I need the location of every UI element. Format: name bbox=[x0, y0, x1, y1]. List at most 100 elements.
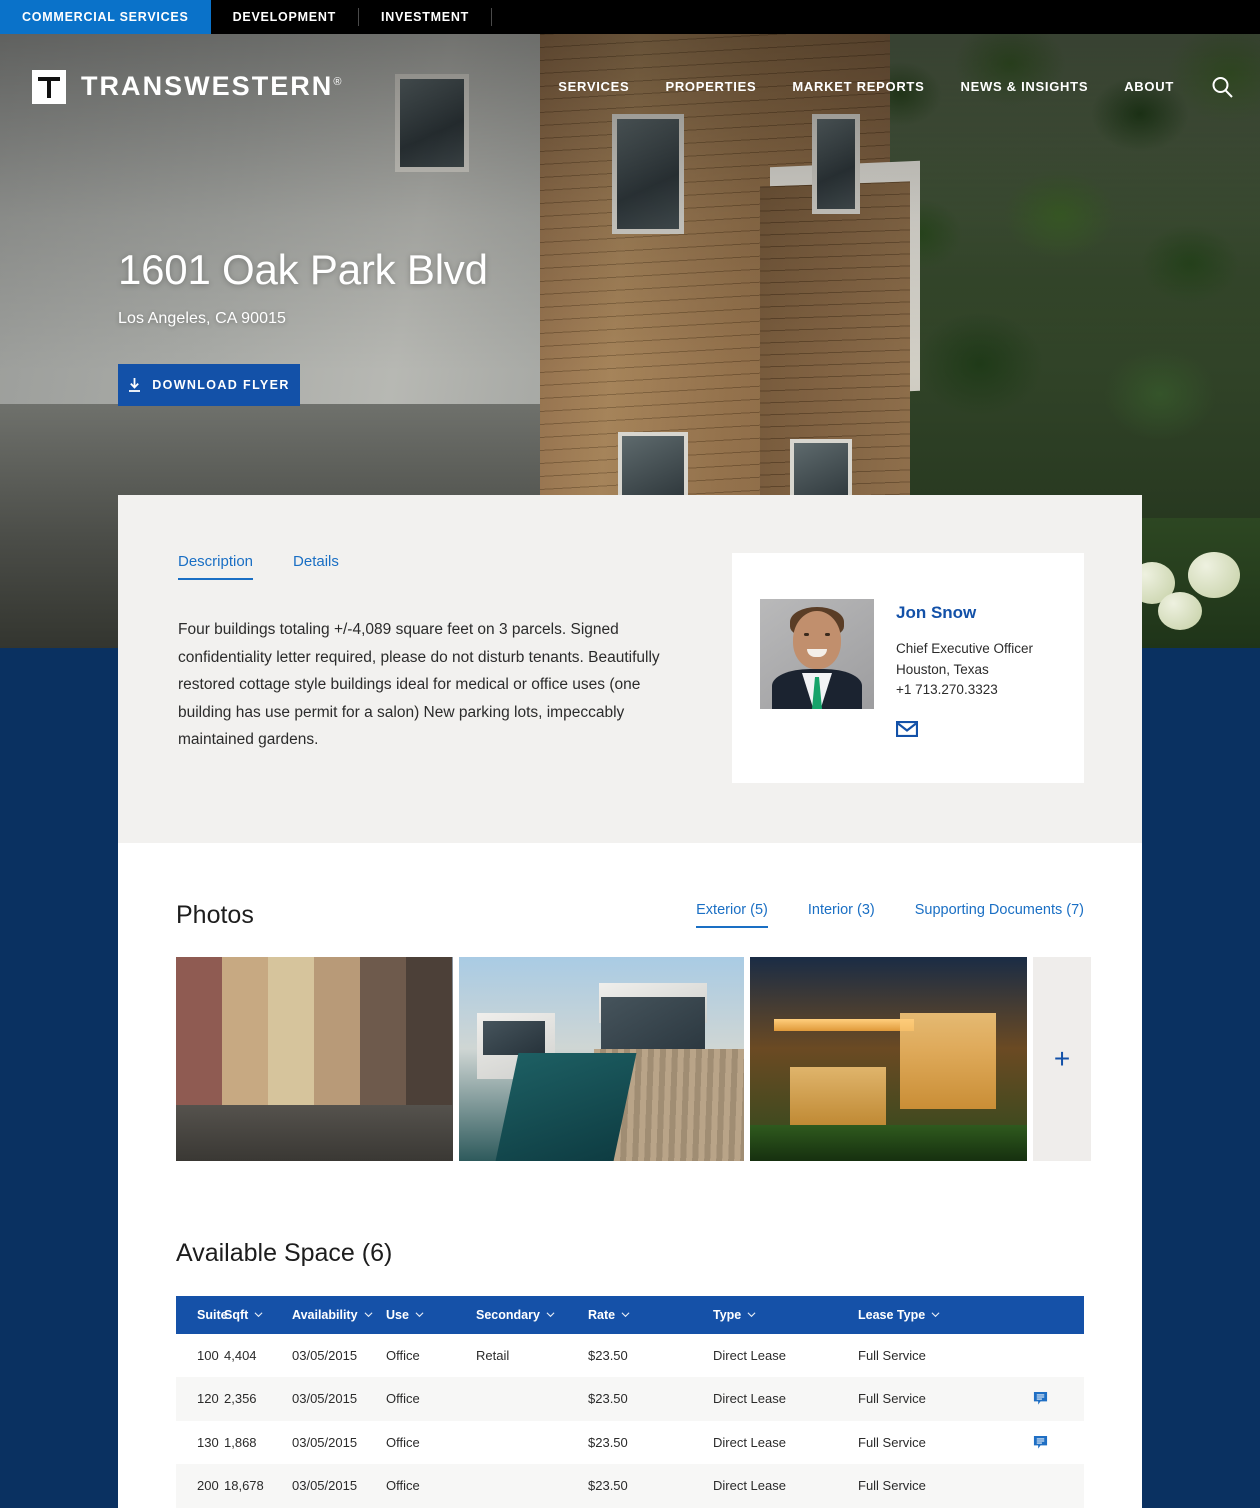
column-header-suite[interactable]: Suite bbox=[176, 1308, 228, 1322]
utility-bar: COMMERCIAL SERVICES DEVELOPMENT INVESTME… bbox=[0, 0, 1260, 34]
column-label: Use bbox=[386, 1307, 409, 1322]
nav-item-market-reports[interactable]: MARKET REPORTS bbox=[792, 79, 924, 94]
brand-name-text: TRANSWESTERN bbox=[81, 71, 334, 101]
cell-lease-type: Full Service bbox=[858, 1478, 926, 1494]
column-header-availability[interactable]: Availability bbox=[292, 1308, 386, 1322]
available-space-table: Suite Sqft Availability Use Secondary Ra… bbox=[176, 1295, 1084, 1508]
cell-sqft: 4,404 bbox=[224, 1347, 257, 1363]
chevron-down-icon bbox=[254, 1312, 263, 1318]
cell-rate: $23.50 bbox=[588, 1347, 628, 1363]
column-header-use[interactable]: Use bbox=[386, 1308, 476, 1322]
nav-item-services[interactable]: SERVICES bbox=[558, 79, 629, 94]
search-icon[interactable] bbox=[1210, 75, 1234, 99]
description-left: Description Details Four buildings total… bbox=[178, 553, 678, 754]
chevron-down-icon bbox=[364, 1312, 373, 1318]
cell-suite: 120 bbox=[197, 1391, 219, 1407]
gallery-photo-3[interactable] bbox=[750, 956, 1027, 1161]
table-row[interactable]: 200 18,678 03/05/2015 Office $23.50 Dire… bbox=[176, 1464, 1084, 1508]
available-space-heading: Available Space (6) bbox=[176, 1238, 393, 1267]
contact-phone: +1 713.270.3323 bbox=[896, 682, 998, 698]
utility-tab-commercial-services[interactable]: COMMERCIAL SERVICES bbox=[0, 0, 211, 34]
chevron-down-icon bbox=[931, 1312, 940, 1318]
site-header: TRANSWESTERN® SERVICES PROPERTIES MARKET… bbox=[0, 34, 1260, 139]
photos-header: Photos Exterior (5) Interior (3) Support… bbox=[176, 843, 1084, 930]
photo-tab-exterior[interactable]: Exterior (5) bbox=[696, 902, 768, 928]
download-flyer-button[interactable]: DOWNLOAD FLYER bbox=[118, 364, 300, 407]
column-header-sqft[interactable]: Sqft bbox=[224, 1308, 292, 1322]
cell-use: Office bbox=[386, 1434, 420, 1450]
description-panel: Description Details Four buildings total… bbox=[118, 495, 1142, 843]
column-label: Lease Type bbox=[858, 1307, 926, 1322]
cell-rate: $23.50 bbox=[588, 1434, 628, 1450]
contact-details: Jon Snow Chief Executive Officer Houston… bbox=[896, 599, 1033, 737]
cell-availability: 03/05/2015 bbox=[292, 1478, 358, 1494]
photo-category-tabs: Exterior (5) Interior (3) Supporting Doc… bbox=[696, 902, 1084, 930]
column-header-secondary[interactable]: Secondary bbox=[476, 1308, 588, 1322]
chevron-down-icon bbox=[546, 1312, 555, 1318]
envelope-icon[interactable] bbox=[896, 720, 918, 737]
cell-suite: 100 bbox=[197, 1347, 219, 1363]
photo-tab-interior[interactable]: Interior (3) bbox=[808, 902, 875, 928]
cell-use: Office bbox=[386, 1478, 420, 1494]
utility-tab-label: DEVELOPMENT bbox=[232, 10, 336, 24]
hero-content: 1601 Oak Park Blvd Los Angeles, CA 90015… bbox=[118, 246, 488, 407]
utility-divider bbox=[491, 8, 493, 26]
cell-rate: $23.50 bbox=[588, 1478, 628, 1494]
page-title: 1601 Oak Park Blvd bbox=[118, 246, 488, 293]
table-row[interactable]: 120 2,356 03/05/2015 Office $23.50 Direc… bbox=[176, 1377, 1084, 1421]
description-tabs: Description Details bbox=[178, 553, 678, 580]
brand-logo[interactable]: TRANSWESTERN® bbox=[32, 69, 343, 104]
contact-card: Jon Snow Chief Executive Officer Houston… bbox=[732, 553, 1084, 783]
photo-gallery: + bbox=[176, 956, 1091, 1161]
column-label: Suite bbox=[197, 1307, 228, 1322]
comment-icon[interactable] bbox=[1033, 1435, 1048, 1450]
cell-lease-type: Full Service bbox=[858, 1347, 926, 1363]
cell-rate: $23.50 bbox=[588, 1391, 628, 1407]
cell-secondary: Retail bbox=[476, 1347, 510, 1363]
column-header-lease-type[interactable]: Lease Type bbox=[858, 1308, 1018, 1322]
white-content-panel: Photos Exterior (5) Interior (3) Support… bbox=[118, 842, 1142, 1508]
brand-wordmark: TRANSWESTERN® bbox=[81, 71, 343, 102]
cell-availability: 03/05/2015 bbox=[292, 1434, 358, 1450]
column-label: Rate bbox=[588, 1307, 616, 1322]
nav-item-about[interactable]: ABOUT bbox=[1124, 79, 1174, 94]
chevron-down-icon bbox=[415, 1312, 424, 1318]
cell-lease-type: Full Service bbox=[858, 1434, 926, 1450]
tab-details[interactable]: Details bbox=[293, 553, 339, 580]
contact-location: Houston, Texas bbox=[896, 661, 989, 677]
column-label: Type bbox=[713, 1307, 742, 1322]
nav-item-news-insights[interactable]: NEWS & INSIGHTS bbox=[960, 79, 1088, 94]
gallery-photo-2[interactable] bbox=[459, 956, 744, 1161]
table-row[interactable]: 100 4,404 03/05/2015 Office Retail $23.5… bbox=[176, 1334, 1084, 1378]
cell-note bbox=[1018, 1391, 1063, 1406]
comment-icon[interactable] bbox=[1033, 1391, 1048, 1406]
cell-lease-type: Full Service bbox=[858, 1391, 926, 1407]
cell-suite: 130 bbox=[197, 1434, 219, 1450]
column-header-rate[interactable]: Rate bbox=[588, 1308, 713, 1322]
table-row[interactable]: 130 1,868 03/05/2015 Office $23.50 Direc… bbox=[176, 1421, 1084, 1465]
contact-meta: Chief Executive Officer Houston, Texas +… bbox=[896, 639, 1033, 701]
main-navigation: SERVICES PROPERTIES MARKET REPORTS NEWS … bbox=[558, 75, 1234, 99]
photo-tab-documents[interactable]: Supporting Documents (7) bbox=[915, 902, 1084, 928]
utility-tab-investment[interactable]: INVESTMENT bbox=[359, 0, 491, 34]
content-column: Description Details Four buildings total… bbox=[118, 495, 1142, 1508]
download-flyer-label: DOWNLOAD FLYER bbox=[152, 378, 290, 393]
cell-availability: 03/05/2015 bbox=[292, 1347, 358, 1363]
chevron-down-icon bbox=[747, 1312, 756, 1318]
cell-suite: 200 bbox=[197, 1478, 219, 1494]
tab-description[interactable]: Description bbox=[178, 553, 254, 580]
photos-heading: Photos bbox=[176, 900, 254, 929]
gallery-more-button[interactable]: + bbox=[1033, 956, 1091, 1161]
column-label: Sqft bbox=[224, 1307, 249, 1322]
cell-sqft: 1,868 bbox=[224, 1434, 257, 1450]
column-label: Availability bbox=[292, 1307, 358, 1322]
cell-type: Direct Lease bbox=[713, 1347, 786, 1363]
contact-name[interactable]: Jon Snow bbox=[896, 603, 1033, 623]
cell-availability: 03/05/2015 bbox=[292, 1391, 358, 1407]
cell-sqft: 2,356 bbox=[224, 1391, 257, 1407]
nav-item-properties[interactable]: PROPERTIES bbox=[665, 79, 756, 94]
utility-tab-development[interactable]: DEVELOPMENT bbox=[211, 0, 358, 34]
cell-note bbox=[1018, 1435, 1063, 1450]
column-header-type[interactable]: Type bbox=[713, 1308, 858, 1322]
gallery-photo-1[interactable] bbox=[176, 956, 453, 1161]
